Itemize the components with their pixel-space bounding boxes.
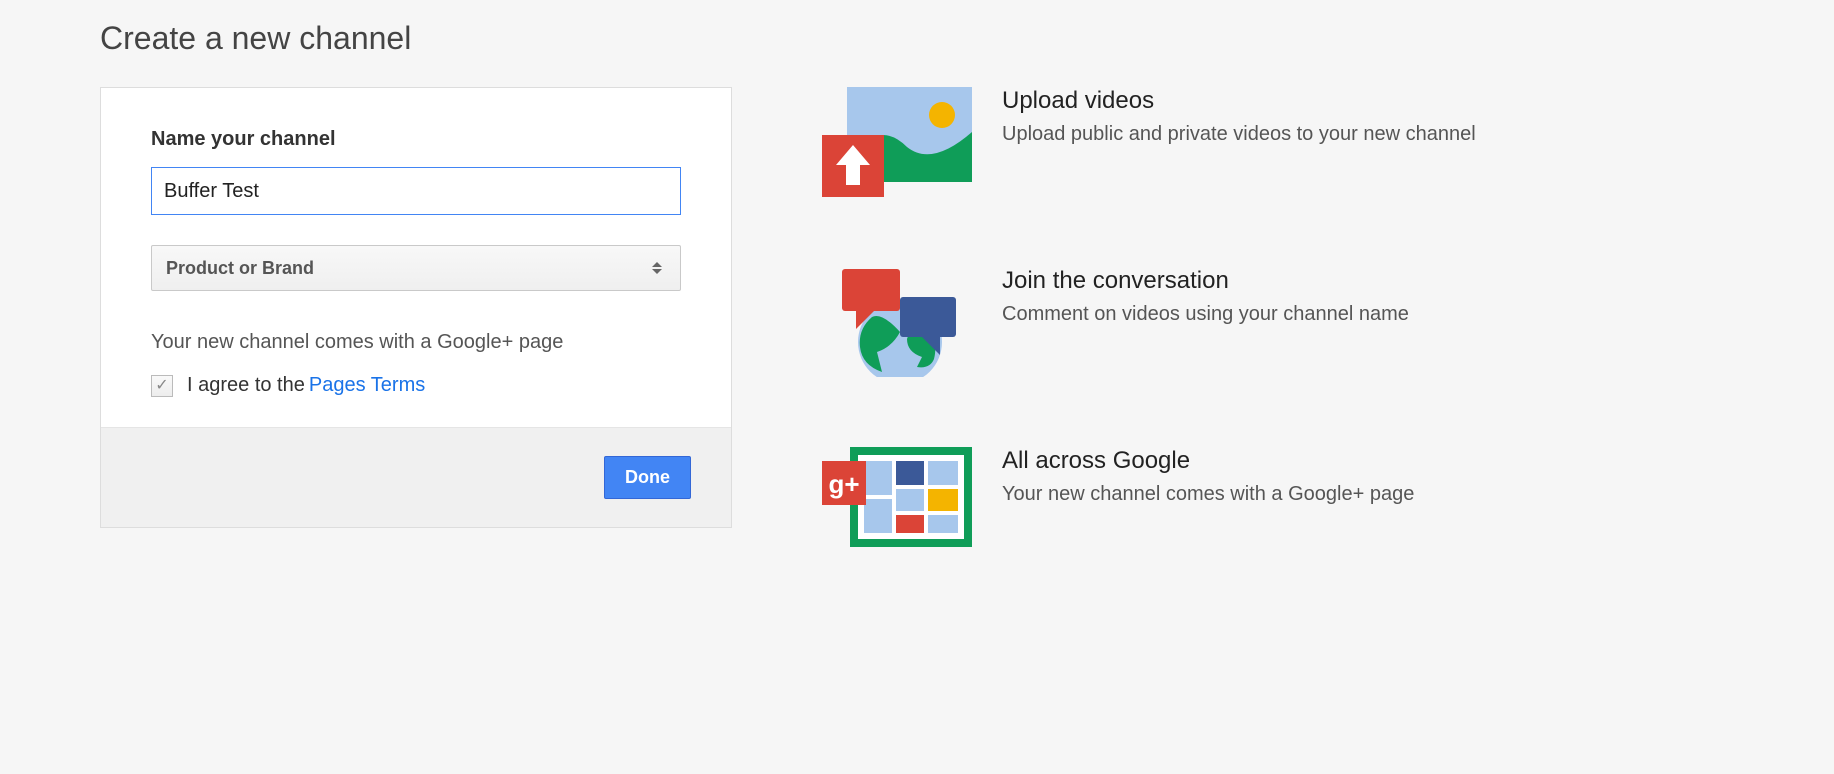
- feature-conversation: Join the conversation Comment on videos …: [822, 267, 1774, 377]
- conversation-icon: [822, 267, 972, 377]
- features-list: Upload videos Upload public and private …: [822, 87, 1774, 557]
- channel-name-label: Name your channel: [151, 128, 681, 151]
- feature-conversation-desc: Comment on videos using your channel nam…: [1002, 303, 1409, 326]
- feature-gplus: g+ All across Google Your new channel co…: [822, 447, 1774, 557]
- create-channel-card: Name your channel Product or Brand Your …: [100, 87, 732, 528]
- agree-prefix-text: I agree to the: [187, 374, 305, 397]
- sort-arrows-icon: [652, 258, 666, 278]
- feature-conversation-title: Join the conversation: [1002, 267, 1409, 295]
- gplus-grid-icon: g+: [822, 447, 972, 557]
- pages-terms-link[interactable]: Pages Terms: [309, 374, 425, 397]
- channel-name-input[interactable]: [151, 167, 681, 215]
- feature-gplus-desc: Your new channel comes with a Google+ pa…: [1002, 483, 1414, 506]
- svg-text:g+: g+: [828, 469, 859, 499]
- feature-gplus-title: All across Google: [1002, 447, 1414, 475]
- page-title: Create a new channel: [100, 20, 1774, 57]
- agree-terms-row: ✓ I agree to the Pages Terms: [151, 374, 681, 397]
- feature-upload-desc: Upload public and private videos to your…: [1002, 123, 1476, 146]
- category-select[interactable]: Product or Brand: [151, 245, 681, 291]
- feature-upload: Upload videos Upload public and private …: [822, 87, 1774, 197]
- upload-photo-icon: [822, 87, 972, 197]
- category-select-value: Product or Brand: [166, 258, 652, 279]
- card-footer: Done: [101, 427, 731, 527]
- done-button[interactable]: Done: [604, 456, 691, 499]
- feature-upload-title: Upload videos: [1002, 87, 1476, 115]
- gplus-info-text: Your new channel comes with a Google+ pa…: [151, 331, 681, 354]
- agree-checkbox[interactable]: ✓: [151, 375, 173, 397]
- checkmark-icon: ✓: [155, 378, 168, 394]
